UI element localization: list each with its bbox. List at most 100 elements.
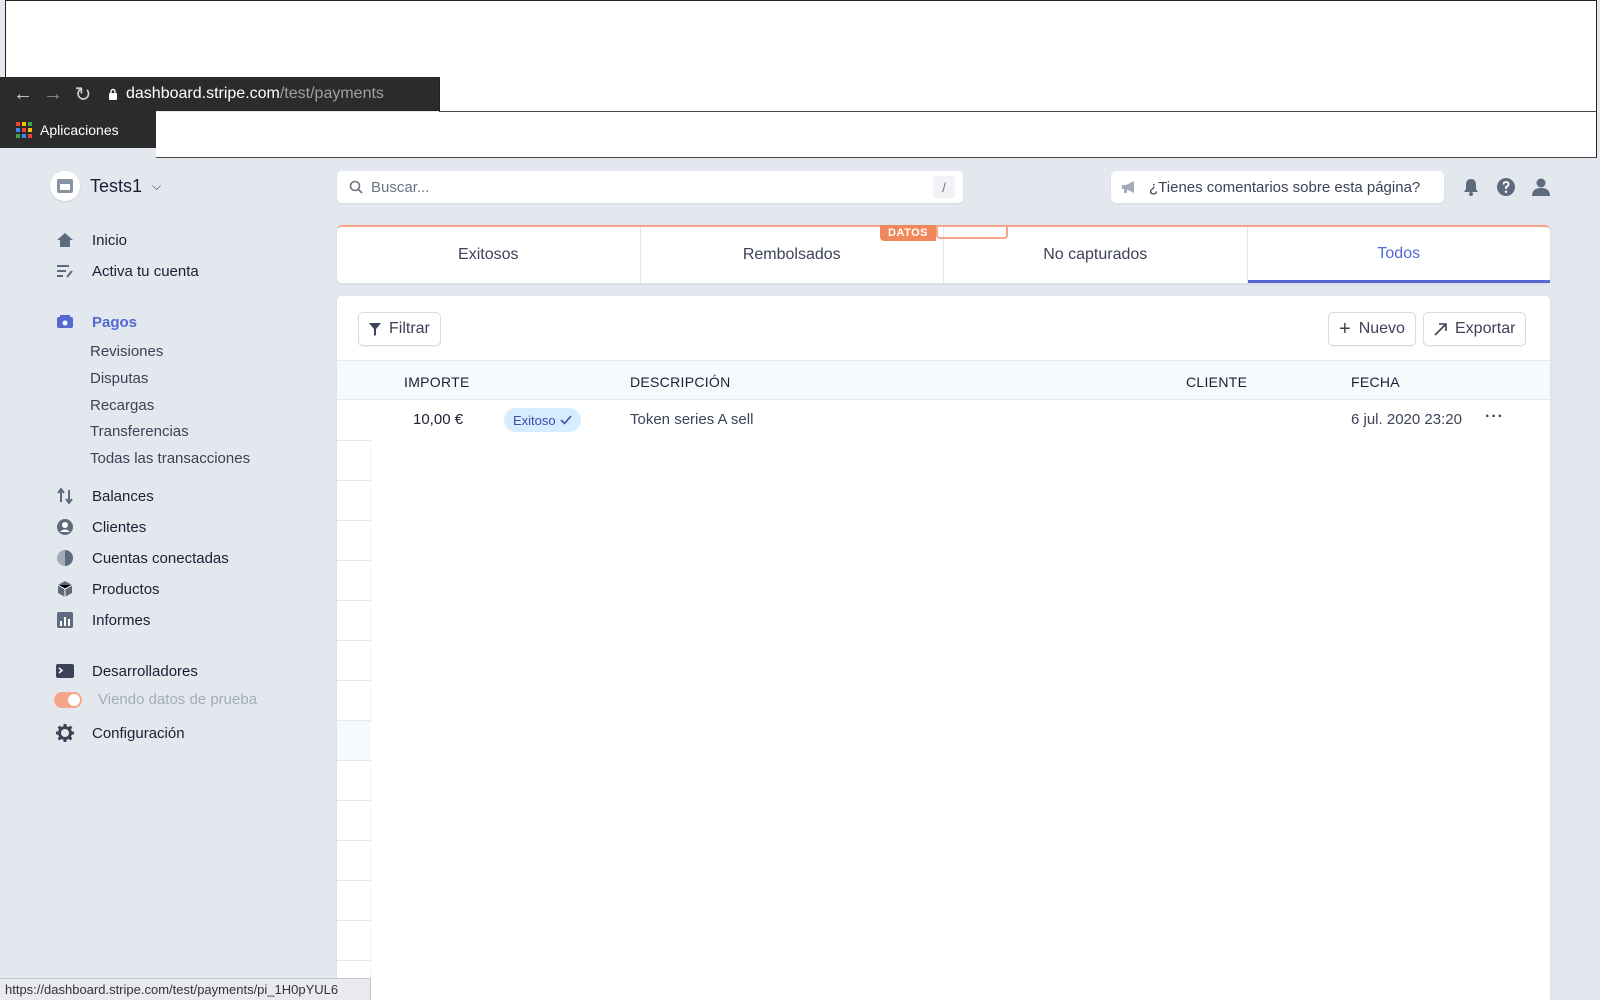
address-bar: ← → ↻ dashboard.stripe.com/test/payments — [0, 77, 439, 111]
search-shortcut: / — [933, 176, 955, 198]
sidebar-item-label: Viendo datos de prueba — [98, 691, 258, 708]
payment-amount: 10,00 € — [413, 411, 464, 428]
filter-button[interactable]: Filtrar — [358, 312, 441, 346]
sidebar-item-productos[interactable]: Productos — [54, 578, 160, 600]
home-icon — [54, 229, 76, 251]
sidebar-item-datos-prueba[interactable]: Viendo datos de prueba — [54, 691, 257, 708]
feedback-button[interactable]: ¿Tienes comentarios sobre esta página? — [1111, 171, 1444, 203]
back-icon[interactable]: ← — [8, 79, 38, 109]
column-header-importe[interactable]: IMPORTE — [404, 374, 470, 390]
status-label: Exitoso — [513, 412, 556, 428]
bookmark-apps[interactable]: Aplicaciones — [40, 122, 119, 138]
payments-card: Filtrar + Nuevo Exportar IMPORTE DESCRIP… — [337, 296, 1550, 1000]
gutter-line — [337, 920, 371, 921]
filter-icon — [369, 322, 381, 336]
help-icon[interactable] — [1493, 174, 1519, 200]
sidebar-item-desarrolladores[interactable]: Desarrolladores — [54, 660, 198, 682]
new-button[interactable]: + Nuevo — [1328, 312, 1416, 346]
feedback-label: ¿Tienes comentarios sobre esta página? — [1149, 178, 1421, 196]
gutter-line — [337, 840, 371, 841]
user-icon[interactable] — [1528, 174, 1554, 200]
table-row[interactable]: 10,00 € Exitoso Token series A sell 6 ju… — [337, 400, 1550, 440]
chevron-down-icon: ⌵ — [152, 178, 162, 193]
sidebar-item-cuentas-conectadas[interactable]: Cuentas conectadas — [54, 547, 229, 569]
account-name: Tests1 — [90, 175, 143, 196]
sidebar-subitem-disputas[interactable]: Disputas — [90, 370, 148, 387]
payments-icon — [54, 311, 76, 333]
gear-icon — [54, 722, 76, 744]
search-icon — [349, 180, 363, 194]
sidebar-item-label: Clientes — [92, 518, 147, 536]
plus-icon: + — [1339, 318, 1351, 340]
products-icon — [54, 578, 76, 600]
sidebar-item-balances[interactable]: Balances — [54, 485, 154, 507]
gutter-line — [337, 880, 371, 881]
sidebar-item-label: Productos — [92, 580, 160, 598]
gutter-line — [337, 640, 371, 641]
gutter-line — [337, 680, 371, 681]
column-header-fecha[interactable]: FECHA — [1351, 374, 1400, 390]
reload-icon[interactable]: ↻ — [68, 79, 98, 109]
row-gutter-shade — [337, 720, 371, 760]
url-path: /test/payments — [279, 85, 384, 102]
test-data-toggle[interactable] — [54, 691, 82, 708]
column-header-cliente[interactable]: CLIENTE — [1186, 374, 1247, 390]
test-data-badge: DATOS — [880, 225, 936, 241]
megaphone-icon — [1122, 181, 1134, 193]
sidebar-item-activa-cuenta[interactable]: Activa tu cuenta — [54, 260, 199, 282]
balances-icon — [54, 485, 76, 507]
bookmarks-bar: Aplicaciones — [0, 111, 156, 148]
sidebar-item-label: Balances — [92, 487, 154, 505]
export-button[interactable]: Exportar — [1423, 312, 1527, 346]
more-options-icon[interactable]: ··· — [1485, 408, 1504, 426]
terminal-icon — [54, 660, 76, 682]
url-field[interactable]: dashboard.stripe.com/test/payments — [108, 85, 384, 103]
filter-label: Filtrar — [389, 320, 430, 337]
export-label: Exportar — [1455, 320, 1516, 337]
gutter-line — [337, 720, 371, 721]
link-status-bar: https://dashboard.stripe.com/test/paymen… — [0, 978, 371, 1000]
sidebar-subitem-revisiones[interactable]: Revisiones — [90, 343, 163, 360]
gutter-line — [337, 560, 371, 561]
sidebar-item-label: Activa tu cuenta — [92, 262, 199, 280]
gutter-line — [337, 960, 371, 961]
export-arrow-icon — [1434, 322, 1447, 336]
checklist-icon — [54, 260, 76, 282]
sidebar-item-inicio[interactable]: Inicio — [54, 229, 127, 251]
account-switcher[interactable]: Tests1 ⌵ — [50, 171, 161, 201]
url-host: dashboard.stripe.com — [126, 85, 280, 102]
new-label: Nuevo — [1358, 320, 1405, 337]
sidebar-item-configuracion[interactable]: Configuración — [54, 722, 185, 744]
apps-grid-icon — [16, 121, 32, 138]
sidebar-item-clientes[interactable]: Clientes — [54, 516, 146, 538]
sidebar-item-label: Desarrolladores — [92, 662, 198, 680]
sidebar-item-label: Configuración — [92, 724, 185, 742]
tab-todos[interactable]: Todos — [1247, 227, 1550, 283]
payment-date: 6 jul. 2020 23:20 — [1351, 411, 1462, 428]
test-data-bracket — [936, 227, 1008, 239]
check-icon — [560, 415, 572, 425]
browser-overlay-area — [156, 112, 1597, 158]
sidebar-item-pagos[interactable]: Pagos — [54, 311, 137, 333]
payment-description: Token series A sell — [630, 411, 754, 428]
sidebar-item-label: Cuentas conectadas — [92, 549, 229, 567]
search-input[interactable]: Buscar... / — [337, 171, 963, 203]
tab-exitosos[interactable]: Exitosos — [337, 227, 641, 283]
browser-toolbar-area — [439, 77, 1597, 112]
gutter-line — [337, 480, 371, 481]
gutter-line — [337, 600, 371, 601]
test-data-banner: DATOS — [880, 225, 1008, 241]
forward-icon[interactable]: → — [38, 79, 68, 109]
sidebar-item-label: Pagos — [92, 313, 138, 331]
sidebar-item-informes[interactable]: Informes — [54, 609, 150, 631]
sidebar-subitem-todas-transacciones[interactable]: Todas las transacciones — [90, 450, 250, 467]
sidebar-subitem-recargas[interactable]: Recargas — [90, 397, 154, 414]
gutter-line — [337, 440, 371, 441]
reports-icon — [54, 609, 76, 631]
sidebar-subitem-transferencias[interactable]: Transferencias — [90, 423, 189, 440]
column-header-descripcion[interactable]: DESCRIPCIÓN — [630, 374, 731, 390]
customers-icon — [54, 516, 76, 538]
gutter-line — [337, 800, 371, 801]
connected-accounts-icon — [54, 547, 76, 569]
bell-icon[interactable] — [1458, 174, 1484, 200]
